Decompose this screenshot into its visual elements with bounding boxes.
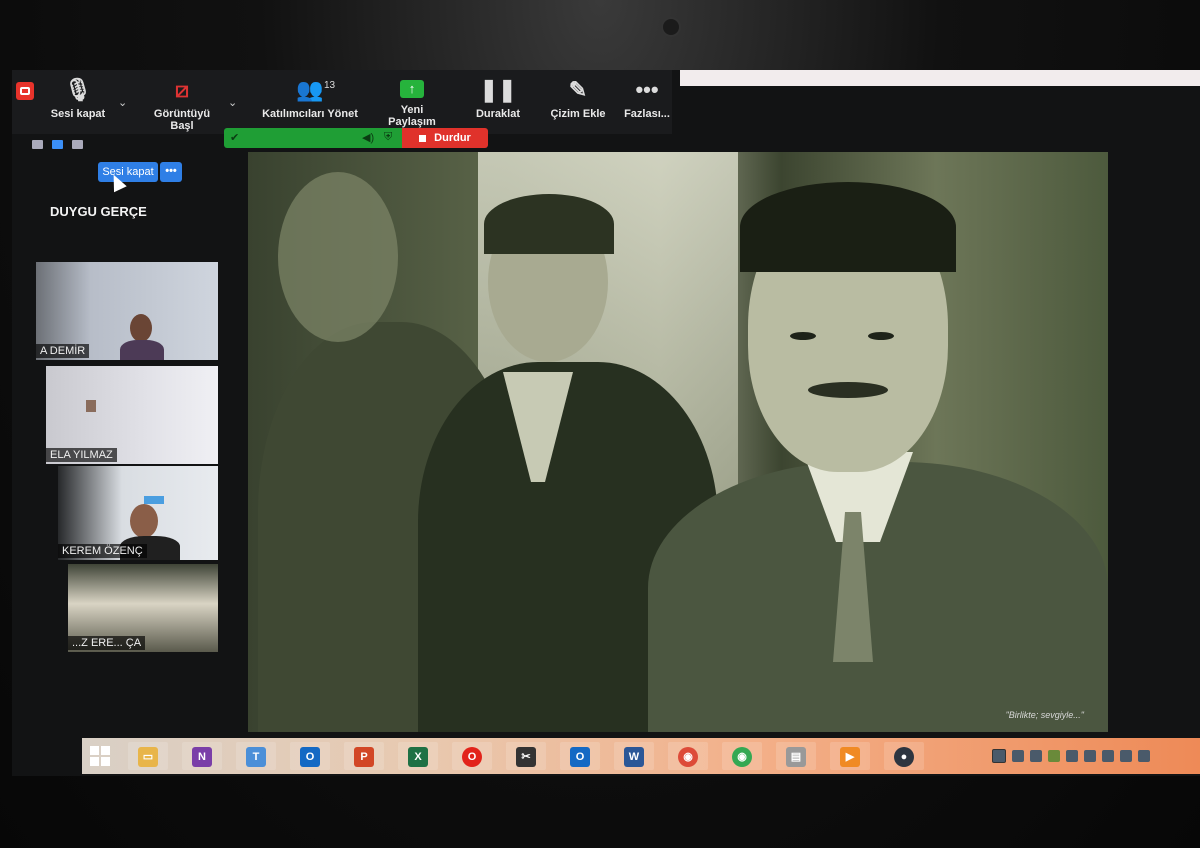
storage-icon[interactable]	[1030, 750, 1042, 762]
participant-more-button[interactable]: •••	[160, 162, 182, 182]
meeting-toolbar: 🎙 Sesi kapat ⌄ ⧄ Görüntüyü Başl ⌄ 👥 Katı…	[12, 70, 672, 134]
pen-icon: ✎	[568, 77, 588, 102]
new-share-button[interactable]: ↑ Yeni Paylaşım	[376, 76, 448, 128]
nvidia-icon[interactable]	[1048, 750, 1060, 762]
battery-icon[interactable]	[1120, 750, 1132, 762]
zoom-app-icon[interactable]	[16, 82, 34, 100]
participant-name: A DEMİR	[36, 344, 90, 358]
mute-button[interactable]: 🎙 Sesi kapat	[50, 76, 106, 120]
participant-count: 13	[324, 80, 336, 91]
security-icon[interactable]	[1066, 750, 1078, 762]
snipping-tool-icon[interactable]: ✂	[506, 742, 546, 770]
pause-icon: ❚❚	[479, 77, 517, 102]
mute-label: Sesi kapat	[50, 108, 106, 120]
shared-screen-photo: "Birlikte; sevgiyle..."	[248, 152, 1108, 732]
manage-participants-button[interactable]: 👥 Katılımcıları Yönet	[262, 76, 358, 120]
screen: 🎙 Sesi kapat ⌄ ⧄ Görüntüyü Başl ⌄ 👥 Katı…	[12, 70, 1200, 776]
more-label: Fazlası...	[624, 108, 670, 120]
participant-tile[interactable]: ...Z ERE... ÇA	[68, 564, 218, 652]
excel-icon[interactable]: X	[398, 742, 438, 770]
windows-taskbar: ▭ N T O P X O ✂ O W ◉ ◉ ▤ ▶ ●	[82, 738, 1200, 774]
mute-options-chevron-icon[interactable]: ⌄	[118, 96, 127, 109]
share-arrow-icon: ↑	[400, 80, 424, 98]
powerpoint-icon[interactable]: P	[344, 742, 384, 770]
share-label: Yeni Paylaşım	[388, 104, 436, 128]
screen-sharing-status-bar[interactable]: ✔ ◀) ⛨	[224, 128, 402, 148]
participant-tile[interactable]: A DEMİR	[36, 262, 218, 360]
stop-share-button[interactable]: Durdur	[402, 128, 488, 148]
keyboard-icon[interactable]	[992, 749, 1006, 763]
stop-icon	[419, 134, 427, 142]
pause-label: Duraklat	[475, 108, 521, 120]
cloud-icon[interactable]	[1084, 750, 1096, 762]
wall-picture	[86, 400, 96, 412]
network-icon[interactable]	[1012, 750, 1024, 762]
stop-label: Durdur	[434, 132, 471, 144]
onenote-icon[interactable]: N	[182, 742, 222, 770]
wall-sign	[144, 496, 164, 504]
participant-name: KEREM ÖZENÇ	[58, 544, 147, 558]
chrome-icon[interactable]: ◉	[722, 742, 762, 770]
microphone-icon: 🎙	[64, 77, 92, 102]
participants-label: Katılımcıları Yönet	[262, 108, 358, 120]
single-view-icon[interactable]	[32, 140, 43, 149]
pause-share-button[interactable]: ❚❚ Duraklat	[470, 76, 526, 120]
video-off-icon: ⧄	[175, 77, 189, 102]
more-button[interactable]: ••• Fazlası...	[622, 76, 672, 120]
pin-icon: ✔	[230, 132, 240, 144]
photo-caption: "Birlikte; sevgiyle..."	[1005, 710, 1084, 720]
paint-icon[interactable]: ▤	[776, 742, 816, 770]
word-icon[interactable]: W	[614, 742, 654, 770]
annotate-button[interactable]: ✎ Çizim Ekle	[548, 76, 608, 120]
participants-icon: 👥	[296, 77, 324, 102]
windows-start-icon[interactable]	[90, 746, 110, 766]
network-status-icon[interactable]	[1102, 750, 1114, 762]
file-explorer-icon[interactable]: ▭	[128, 742, 168, 770]
participant-name: ELA YILMAZ	[46, 448, 117, 462]
webcam	[661, 17, 681, 37]
zoom-taskbar-icon[interactable]: ●	[884, 742, 924, 770]
video-label: Görüntüyü Başl	[153, 108, 211, 132]
shield-icon: ⛨	[384, 131, 393, 143]
outlook-icon[interactable]: O	[560, 742, 600, 770]
more-icon: •••	[635, 77, 659, 102]
participant-tile[interactable]: KEREM ÖZENÇ	[58, 466, 218, 560]
side-by-side-view-icon[interactable]	[52, 140, 63, 149]
participant-tile[interactable]: ELA YILMAZ	[46, 366, 218, 464]
view-layout-switcher	[32, 136, 92, 154]
chrome-icon[interactable]: ◉	[668, 742, 708, 770]
opera-icon[interactable]: O	[452, 742, 492, 770]
window-top-bar	[680, 70, 1200, 86]
video-options-chevron-icon[interactable]: ⌄	[228, 96, 237, 109]
volume-icon[interactable]	[1138, 750, 1150, 762]
speaker-icon: ◀)	[362, 132, 375, 144]
annotate-label: Çizim Ekle	[550, 108, 606, 120]
gallery-view-icon[interactable]	[72, 140, 83, 149]
teams-icon[interactable]: T	[236, 742, 276, 770]
host-name: DUYGU GERÇE	[50, 204, 147, 219]
participant-name: ...Z ERE... ÇA	[68, 636, 146, 650]
outlook-icon[interactable]: O	[290, 742, 330, 770]
start-video-button[interactable]: ⧄ Görüntüyü Başl	[142, 76, 222, 132]
system-tray	[992, 749, 1156, 767]
media-player-icon[interactable]: ▶	[830, 742, 870, 770]
